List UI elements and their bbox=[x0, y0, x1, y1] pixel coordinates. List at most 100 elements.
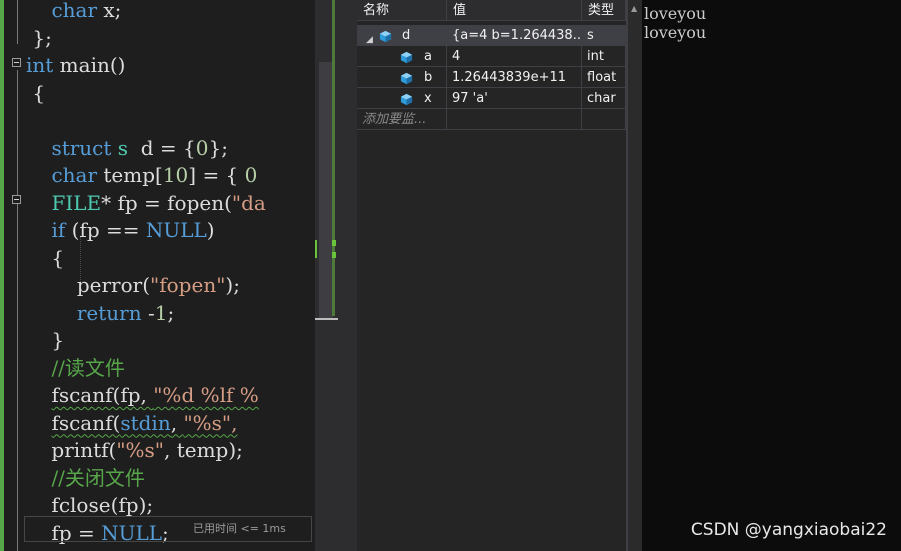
console-window[interactable]: loveyou loveyou CSDN @yangxiaobai22 bbox=[642, 0, 901, 551]
code-line: int main() bbox=[26, 51, 125, 79]
add-watch-type-cell bbox=[582, 109, 626, 130]
add-watch-value-cell bbox=[447, 109, 582, 130]
watch-row[interactable]: ◢ d {a=4 b=1.264438... s bbox=[357, 25, 626, 46]
scroll-up-arrow-icon[interactable]: ▲ bbox=[631, 4, 637, 13]
watch-row[interactable]: a 4 int bbox=[357, 46, 626, 67]
watch-value-cell[interactable]: 4 bbox=[447, 46, 582, 67]
code-line: //读文件 bbox=[26, 354, 125, 382]
code-token: if bbox=[51, 218, 66, 242]
watch-type-cell: int bbox=[582, 46, 626, 67]
watch-value-cell[interactable]: 97 'a' bbox=[447, 88, 582, 109]
code-token: x; bbox=[97, 0, 122, 22]
code-token: stdin bbox=[120, 410, 171, 435]
code-token: char bbox=[51, 0, 98, 22]
column-header-value[interactable]: 值 bbox=[447, 0, 582, 21]
code-token: { bbox=[26, 245, 65, 270]
code-token: , bbox=[170, 410, 184, 435]
code-token: ); bbox=[225, 273, 240, 297]
code-line: return 0; bbox=[26, 546, 142, 551]
column-header-name[interactable]: 名称 bbox=[357, 0, 447, 21]
field-icon bbox=[400, 92, 413, 106]
code-line: fscanf(fp, "%d %lf % bbox=[26, 381, 258, 409]
code-token: }; bbox=[208, 135, 228, 160]
watch-type-cell: float bbox=[582, 67, 626, 88]
watch-left-strip bbox=[338, 0, 357, 551]
column-header-type[interactable]: 类型 bbox=[582, 0, 626, 21]
code-token: 10 bbox=[162, 163, 189, 187]
code-token: FILE bbox=[51, 190, 102, 215]
add-watch-input[interactable]: 添加要监... bbox=[357, 109, 447, 130]
code-token: char bbox=[51, 163, 98, 187]
watch-variable-name: a bbox=[424, 49, 432, 64]
code-line: struct s d = {0}; bbox=[26, 134, 228, 162]
code-token: fscanf( bbox=[51, 410, 121, 435]
watch-variable-name: d bbox=[402, 28, 411, 43]
code-line: { bbox=[26, 79, 45, 107]
watch-name-cell[interactable]: x bbox=[357, 88, 447, 109]
code-token: temp[ bbox=[97, 163, 163, 187]
code-token: fclose(fp); bbox=[26, 493, 154, 517]
watch-variable-name: b bbox=[424, 70, 433, 85]
code-line: fclose(fp); bbox=[26, 491, 153, 519]
watch-row[interactable]: x 97 'a' char bbox=[357, 88, 626, 109]
collapse-triangle-icon[interactable]: ◢ bbox=[366, 30, 373, 45]
code-token: * fp = fopen( bbox=[101, 190, 232, 215]
scroll-caret-marker bbox=[315, 318, 338, 320]
code-line: FILE* fp = fopen("da bbox=[26, 189, 266, 217]
console-scrollbar[interactable]: ▲ bbox=[628, 0, 642, 551]
watch-window[interactable]: 名称 值 类型 ◢ d {a=4 b=1.264438... s a 4 int b 1.264… bbox=[338, 0, 628, 551]
code-line: //关闭文件 bbox=[26, 464, 144, 492]
code-token: main() bbox=[53, 53, 126, 77]
code-token: struct bbox=[51, 135, 112, 160]
code-token: NULL bbox=[145, 218, 207, 242]
fold-toggle-if[interactable] bbox=[12, 195, 21, 204]
watch-row[interactable]: b 1.26443839e+11 float bbox=[357, 67, 626, 88]
console-line: loveyou bbox=[644, 23, 707, 42]
watch-type-cell: s bbox=[582, 25, 626, 46]
outline-guide bbox=[17, 0, 18, 44]
code-token: s bbox=[117, 135, 129, 160]
code-line: return -1; bbox=[26, 299, 174, 327]
watch-value-cell[interactable]: {a=4 b=1.264438... bbox=[447, 25, 582, 46]
fold-toggle-main[interactable] bbox=[12, 58, 21, 67]
code-token: } bbox=[26, 328, 65, 352]
scroll-change-marker bbox=[332, 0, 335, 316]
outline-guide bbox=[17, 70, 18, 551]
watch-name-cell[interactable]: a bbox=[357, 46, 447, 67]
code-line: if (fp == NULL) bbox=[26, 216, 214, 244]
watch-value-cell[interactable]: 1.26443839e+11 bbox=[447, 67, 582, 88]
code-token: printf( bbox=[26, 438, 117, 462]
code-line: fscanf(stdin, "%s", bbox=[26, 409, 237, 437]
code-token: ] = { bbox=[188, 163, 245, 187]
code-token: 1 bbox=[154, 300, 168, 325]
code-token: "%s", bbox=[183, 410, 238, 435]
add-watch-row[interactable]: 添加要监... bbox=[357, 109, 626, 130]
watch-header-row: 名称 值 类型 bbox=[357, 0, 626, 21]
code-editor[interactable]: char x; }; int main() { struct s d = {0};… bbox=[0, 0, 315, 551]
code-line: { bbox=[26, 244, 64, 272]
code-token: int bbox=[26, 53, 54, 77]
code-token: 0 bbox=[195, 135, 209, 160]
elapsed-time-hint: 已用时间 <= 1ms bbox=[193, 522, 286, 535]
code-token: - bbox=[141, 300, 155, 325]
code-token: "%s" bbox=[116, 438, 164, 462]
code-token: "fopen" bbox=[150, 273, 226, 297]
editor-scrollbar[interactable] bbox=[315, 0, 338, 551]
struct-variable-icon bbox=[379, 29, 392, 43]
code-token: { bbox=[26, 80, 46, 105]
watch-name-cell[interactable]: ◢ d bbox=[357, 25, 447, 46]
code-token: //读文件 bbox=[51, 355, 125, 380]
watch-name-cell[interactable]: b bbox=[357, 67, 447, 88]
code-token: "da bbox=[231, 190, 266, 215]
code-token: 0 bbox=[244, 163, 258, 187]
scroll-thumb[interactable] bbox=[319, 62, 333, 320]
code-line: perror("fopen"); bbox=[26, 271, 240, 299]
code-token: d = { bbox=[128, 135, 196, 160]
